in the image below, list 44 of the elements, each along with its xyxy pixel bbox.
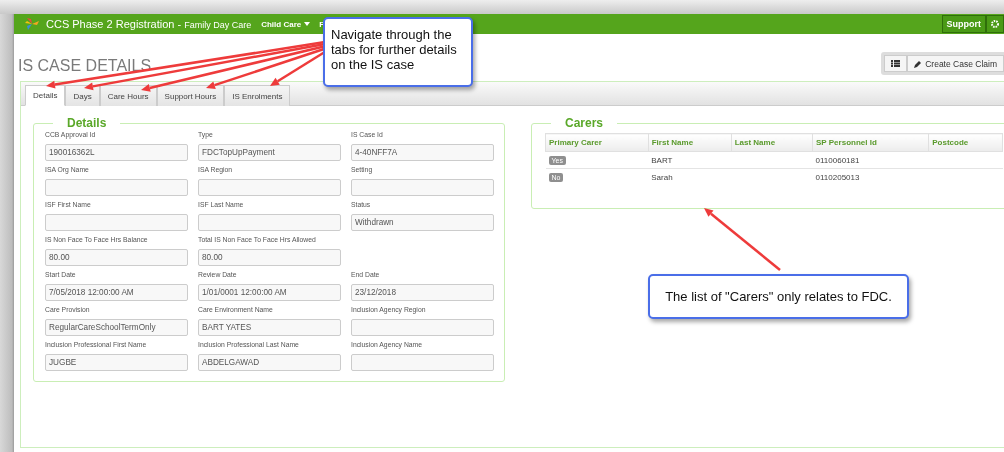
input-field[interactable]: BART YATES (198, 319, 341, 336)
input-field[interactable]: Withdrawn (351, 214, 494, 231)
table-cell: Sarah (648, 168, 732, 185)
settings-icon (991, 20, 999, 28)
input-field[interactable] (45, 179, 188, 196)
input-field[interactable]: RegularCareSchoolTermOnly (45, 319, 188, 336)
settings-button[interactable] (986, 15, 1004, 33)
panel-heading: Carers (564, 116, 605, 130)
input-field[interactable]: 80.00 (45, 249, 188, 266)
input-field[interactable] (351, 319, 494, 336)
input-field[interactable]: 1/01/0001 12:00:00 AM (198, 284, 341, 301)
input-field[interactable]: ABDELGAWAD (198, 354, 341, 371)
input-field[interactable] (351, 179, 494, 196)
caret-icon (304, 22, 311, 26)
tab[interactable]: Support Hours (156, 85, 225, 106)
pencil-icon (914, 59, 923, 68)
logo-icon (24, 17, 40, 31)
input-field[interactable]: FDCTopUpPayment (198, 144, 341, 161)
table-cell: BART (648, 151, 732, 169)
callout: The list of "Carers" only relates to FDC. (648, 274, 909, 319)
tab[interactable]: Days (65, 85, 100, 106)
table-cell: 0110060181 (812, 151, 929, 169)
input-field[interactable] (45, 214, 188, 231)
list-icon (891, 60, 901, 67)
input-field[interactable] (351, 354, 494, 371)
support-button[interactable]: Support (941, 15, 986, 33)
input-field[interactable]: 80.00 (198, 249, 341, 266)
input-field[interactable]: JUGBE (45, 354, 188, 371)
input-field[interactable] (198, 214, 341, 231)
input-field[interactable] (198, 179, 341, 196)
table-cell: 0110205013 (812, 168, 929, 185)
tab[interactable]: IS Enrolments (224, 85, 291, 106)
input-field[interactable]: 7/05/2018 12:00:00 AM (45, 284, 188, 301)
list-view-button[interactable] (884, 55, 908, 72)
page-title: IS CASE DETAILS (18, 57, 152, 75)
tab[interactable]: Details (25, 85, 66, 106)
app-title: CCS Phase 2 Registration - Family Day Care (46, 18, 252, 30)
callout: Navigate through the tabs for further details on the IS case (323, 17, 473, 87)
panel-heading: Details (66, 116, 108, 130)
input-field[interactable]: 4-40NFF7A (351, 144, 494, 161)
input-field[interactable]: 23/12/2018 (351, 284, 494, 301)
tab[interactable]: Care Hours (99, 85, 157, 106)
create-case-claim-button[interactable]: Create Case Claim (907, 55, 1004, 72)
input-field[interactable]: 190016362L (45, 144, 188, 161)
